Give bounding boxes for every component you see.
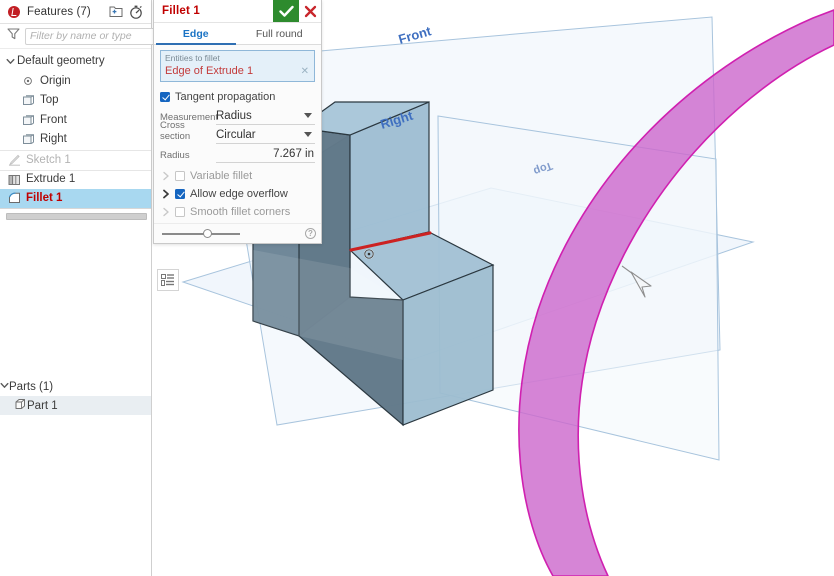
chevron-right-icon[interactable] <box>160 207 172 217</box>
origin-icon <box>20 74 36 88</box>
tab-label: Full round <box>255 27 303 40</box>
help-question-icon[interactable]: ? <box>305 228 316 239</box>
tab-label: Edge <box>182 27 209 40</box>
dialog-tabs[interactable]: Edge Full round <box>154 23 321 45</box>
sketch-icon <box>6 153 22 167</box>
tree-item-origin[interactable]: Origin <box>0 72 151 92</box>
checkbox[interactable] <box>175 170 185 181</box>
parts-header[interactable]: Parts (1) <box>0 378 151 396</box>
allow-edge-overflow-row[interactable]: Allow edge overflow <box>160 185 315 202</box>
tree-item-label: Fillet 1 <box>26 191 63 204</box>
new-folder-icon[interactable] <box>107 3 125 21</box>
cancel-button[interactable] <box>299 0 321 22</box>
tangent-propagation-checkbox-row[interactable]: Tangent propagation <box>160 89 315 104</box>
tab-full-round[interactable]: Full round <box>238 23 322 44</box>
tree-item-label: Default geometry <box>17 55 105 68</box>
plane-icon <box>20 94 36 108</box>
tangent-propagation-label: Tangent propagation <box>175 90 276 103</box>
radius-input[interactable]: 7.267 in <box>216 146 315 163</box>
checkbox[interactable] <box>175 188 185 199</box>
cross-section-label: Cross section <box>160 120 191 142</box>
plane-icon <box>20 133 36 147</box>
plane-icon <box>20 114 36 128</box>
tree-item-label: Front <box>40 113 67 126</box>
smooth-fillet-corners-row[interactable]: Smooth fillet corners <box>160 203 315 220</box>
tree-item-label: Top <box>40 94 59 107</box>
fillet-icon <box>6 191 22 205</box>
funnel-filter-icon[interactable] <box>7 27 20 45</box>
checkbox[interactable] <box>160 91 170 102</box>
dialog-title: Fillet 1 <box>162 5 201 17</box>
measurement-select[interactable]: Radius <box>216 108 315 125</box>
tree-item-right-plane[interactable]: Right <box>0 130 151 150</box>
rollback-bar[interactable] <box>6 212 147 220</box>
measurement-value: Radius <box>216 109 252 122</box>
tree-item-label: Origin <box>40 74 71 87</box>
dialog-titlebar: Fillet 1 <box>154 0 321 23</box>
features-panel-header: Features (7) <box>0 0 151 24</box>
feature-tree[interactable]: Default geometry Origin Top Front Right … <box>0 49 151 223</box>
stopwatch-rollback-icon[interactable] <box>127 3 145 21</box>
chevron-down-icon[interactable] <box>0 381 9 393</box>
tab-edge[interactable]: Edge <box>154 23 238 45</box>
cross-section-value: Circular <box>216 128 256 141</box>
smooth-fillet-corners-label: Smooth fillet corners <box>190 205 291 218</box>
slider-thumb[interactable] <box>202 228 212 238</box>
rollback-stop-icon[interactable] <box>8 5 20 18</box>
dialog-body: Entities to fillet Edge of Extrude 1 ✕ T… <box>154 45 321 220</box>
entities-to-fillet-field[interactable]: Entities to fillet Edge of Extrude 1 ✕ <box>160 50 315 82</box>
parts-list-item[interactable]: Part 1 <box>0 396 151 415</box>
check-icon <box>278 5 294 17</box>
x-close-icon <box>304 5 316 17</box>
features-panel: Features (7) Filter by name or type Defa… <box>0 0 172 576</box>
feature-list-toggle-icon[interactable] <box>157 269 179 291</box>
opacity-slider[interactable] <box>162 228 240 238</box>
part-label: Part 1 <box>27 399 58 412</box>
tree-item-fillet-1[interactable]: Fillet 1 <box>0 189 151 209</box>
chevron-down-icon[interactable] <box>3 55 17 69</box>
fillet-dialog: Fillet 1 Edge Full round Entities to fil… <box>153 0 322 244</box>
parts-section: Parts (1) Part 1 <box>0 378 151 415</box>
cross-section-row[interactable]: Cross section Circular <box>160 120 315 144</box>
clear-x-icon[interactable]: ✕ <box>300 66 310 77</box>
chevron-right-icon[interactable] <box>160 171 172 181</box>
variable-fillet-row[interactable]: Variable fillet <box>160 167 315 184</box>
accept-button[interactable] <box>273 0 299 22</box>
filter-row <box>0 24 172 49</box>
chevron-right-icon[interactable] <box>160 189 172 199</box>
radius-value: 7.267 in <box>273 147 314 160</box>
tree-item-label: Extrude 1 <box>26 173 76 186</box>
tree-item-default-geometry[interactable]: Default geometry <box>0 52 151 72</box>
radius-row[interactable]: Radius 7.267 in <box>160 145 315 163</box>
allow-edge-overflow-label: Allow edge overflow <box>190 187 288 200</box>
variable-fillet-label: Variable fillet <box>190 169 253 182</box>
extrude-icon <box>6 173 22 187</box>
onshape-app-window: Front Right Top Features (7) Filter by n… <box>0 0 834 576</box>
dialog-footer: ? <box>154 223 321 243</box>
radius-label: Radius <box>160 150 190 161</box>
tree-item-sketch-1[interactable]: Sketch 1 <box>0 149 151 170</box>
caret-down-icon[interactable] <box>304 132 312 137</box>
tree-item-top-plane[interactable]: Top <box>0 91 151 111</box>
checkbox[interactable] <box>175 206 185 217</box>
search-input[interactable] <box>25 27 172 45</box>
entities-field-label: Entities to fillet <box>165 53 220 63</box>
tree-item-label: Right <box>40 133 67 146</box>
part-solid-icon <box>14 398 27 413</box>
parts-header-label: Parts (1) <box>9 381 54 393</box>
features-title: Features (7) <box>27 5 91 18</box>
tree-item-front-plane[interactable]: Front <box>0 111 151 131</box>
entities-selected-value: Edge of Extrude 1 <box>165 65 254 77</box>
tree-item-extrude-1[interactable]: Extrude 1 <box>0 169 151 190</box>
tree-item-label: Sketch 1 <box>26 153 71 166</box>
cross-section-select[interactable]: Circular <box>216 127 315 144</box>
caret-down-icon[interactable] <box>304 113 312 118</box>
